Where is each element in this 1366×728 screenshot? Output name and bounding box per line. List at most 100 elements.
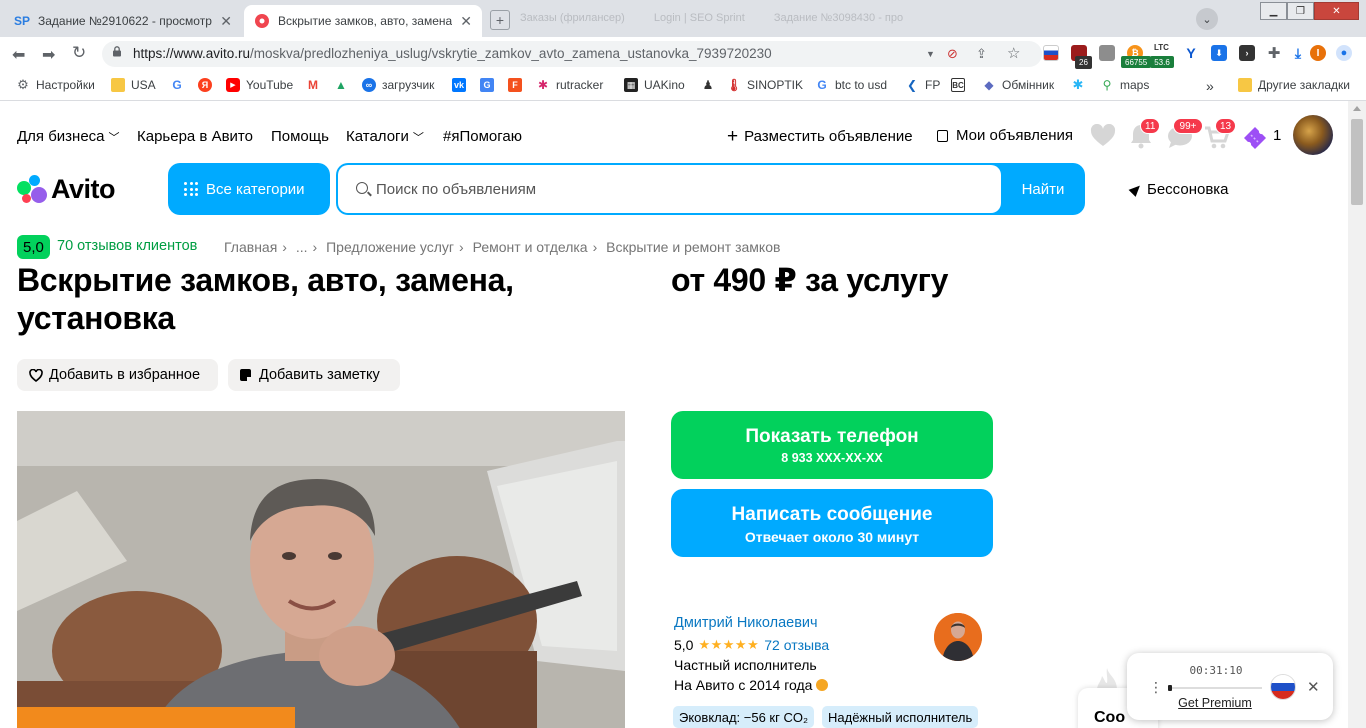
share-icon[interactable]: ⇪ — [976, 46, 987, 62]
bookmark-item[interactable]: ⚲ maps — [1100, 78, 1150, 92]
url-text[interactable]: https://www.avito.ru/moskva/predlozheniy… — [133, 46, 772, 61]
bookmark-item[interactable]: F — [508, 78, 528, 92]
google-icon: G — [172, 78, 182, 92]
page-scrollbar[interactable] — [1348, 101, 1366, 728]
caret-down-icon[interactable]: ▼ — [926, 49, 935, 59]
more-bookmarks-button[interactable]: » — [1206, 78, 1214, 94]
forward-arrow-icon[interactable]: ➡ — [42, 45, 55, 65]
write-message-button[interactable]: Написать сообщение Отвечает около 30 мин… — [671, 489, 993, 557]
add-favorite-button[interactable]: Добавить в избранное — [17, 359, 218, 391]
breadcrumb-item[interactable]: Ремонт и отделка — [473, 239, 588, 255]
address-bar[interactable]: https://www.avito.ru/moskva/predlozheniy… — [102, 41, 1042, 67]
downloads-icon[interactable]: ⤓ — [1290, 45, 1306, 61]
extensions-puzzle-icon[interactable]: ✚ — [1266, 45, 1282, 62]
bookmark-item[interactable]: ⚙ Настройки — [16, 77, 95, 92]
get-premium-link[interactable]: Get Premium — [1127, 696, 1303, 710]
breadcrumb-item[interactable]: Вскрытие и ремонт замков — [606, 239, 780, 255]
bookmark-item[interactable]: M — [306, 78, 326, 92]
lock-icon[interactable] — [112, 46, 122, 57]
user-avatar[interactable] — [1293, 115, 1333, 155]
profile-avatar[interactable]: I — [1310, 45, 1326, 61]
bookmark-item[interactable]: G — [170, 78, 190, 92]
briefcase-icon[interactable] — [1099, 45, 1115, 61]
breadcrumb-item[interactable]: ... — [296, 239, 308, 255]
bookmark-item[interactable]: ✱ rutracker — [536, 78, 603, 92]
back-arrow-icon[interactable]: ⬅ — [12, 45, 25, 65]
nav-i-help[interactable]: #яПомогаю — [443, 128, 522, 145]
bookmark-item[interactable]: ❮ FP — [905, 78, 940, 92]
bookmark-item[interactable]: ▲ — [334, 78, 354, 92]
search-input[interactable] — [376, 177, 976, 201]
russia-flag-icon[interactable] — [1043, 45, 1059, 61]
avito-logo[interactable]: Avito — [17, 174, 116, 205]
bookmark-item[interactable]: ▦ UAKino — [624, 78, 685, 92]
nav-help[interactable]: Помощь — [271, 128, 329, 145]
tab-title: Вскрытие замков, авто, замена, у — [278, 14, 453, 28]
scroll-thumb[interactable] — [1351, 119, 1363, 205]
scroll-up-arrow-icon[interactable] — [1353, 106, 1361, 111]
bookmark-folder[interactable]: USA — [111, 78, 156, 92]
seller-avatar[interactable] — [934, 613, 982, 661]
post-ad-link[interactable]: + Разместить объявление — [727, 127, 913, 146]
breadcrumb-item[interactable]: Предложение услуг — [326, 239, 454, 255]
exchange-icon: ◆ — [984, 78, 994, 92]
bookmark-item[interactable]: Gbtc to usd — [815, 78, 887, 92]
more-vertical-icon[interactable]: ⋮ — [1149, 679, 1163, 696]
bookmark-item[interactable]: ✱ — [1071, 77, 1091, 92]
y-extension-icon[interactable]: Y — [1183, 45, 1199, 61]
seller-name-link[interactable]: Дмитрий Николаевич — [674, 615, 818, 631]
save-extension-icon[interactable]: ⬇ — [1211, 45, 1227, 61]
grid-icon — [184, 182, 198, 196]
close-window-button[interactable]: ✕ — [1314, 2, 1359, 20]
all-categories-button[interactable]: Все категории — [168, 163, 330, 215]
background-tab-title[interactable]: Задание №3098430 - про — [774, 12, 903, 24]
bookmark-item[interactable]: 🌡 SINOPTIK — [726, 78, 803, 92]
favorites-heart-icon[interactable] — [1090, 124, 1116, 148]
other-bookmarks-folder[interactable]: Другие закладки — [1238, 78, 1350, 92]
bookmark-item[interactable]: G — [480, 78, 500, 92]
browser-tab-avito[interactable]: Вскрытие замков, авто, замена, у ✕ — [244, 5, 482, 37]
bookmark-item[interactable]: ∞ загрузчик — [362, 78, 434, 92]
find-button[interactable]: Найти — [1001, 163, 1085, 215]
show-phone-button[interactable]: Показать телефон 8 933 XXX-XX-XX — [671, 411, 993, 479]
bookmark-item[interactable]: ♟ — [701, 78, 721, 92]
reload-icon[interactable]: ↻ — [72, 43, 86, 63]
new-tab-button[interactable]: + — [490, 10, 510, 30]
listing-photo[interactable] — [17, 411, 625, 728]
location-selector[interactable]: Бессоновка — [1128, 181, 1229, 198]
bookmark-item[interactable]: ▶ YouTube — [226, 78, 293, 92]
minimize-button[interactable]: ▁ — [1260, 2, 1287, 20]
browser-tab-task[interactable]: SP Задание №2910622 - просмотр за ✕ — [4, 5, 242, 37]
promo-ticket-icon[interactable] — [1241, 124, 1269, 150]
bookmark-item[interactable]: Я — [198, 78, 218, 92]
background-tab-title[interactable]: Login | SEO Sprint — [654, 12, 745, 24]
add-note-button[interactable]: Добавить заметку — [228, 359, 400, 391]
reviews-link[interactable]: 70 отзывов клиентов — [57, 238, 197, 254]
nav-catalogs[interactable]: Каталоги ﹀ — [346, 128, 424, 145]
close-tab-icon[interactable]: ✕ — [220, 13, 232, 30]
seller-reviews-link[interactable]: 72 отзыва — [764, 637, 829, 653]
show-phone-label: Показать телефон — [745, 426, 919, 447]
search-field[interactable] — [338, 165, 1001, 213]
progress-knob[interactable] — [1168, 685, 1172, 691]
my-ads-link[interactable]: Мои объявления — [937, 127, 1073, 144]
bookmark-star-icon[interactable]: ☆ — [1007, 44, 1020, 62]
breadcrumb-item[interactable]: Главная — [224, 239, 277, 255]
bookmark-item[interactable]: ◆ Обмінник — [982, 78, 1054, 92]
background-tab-title[interactable]: Заказы (фрилансер) — [520, 12, 625, 24]
nav-career[interactable]: Карьера в Авито — [137, 128, 253, 145]
close-icon[interactable]: ✕ — [1307, 678, 1320, 696]
nav-business[interactable]: Для бизнеса ﹀ — [17, 128, 120, 145]
terminal-extension-icon[interactable]: › — [1239, 45, 1255, 61]
avito-favicon-icon — [254, 13, 270, 29]
chrome-menu-icon[interactable]: ● — [1336, 45, 1352, 61]
maximize-button[interactable]: ❐ — [1287, 2, 1314, 20]
bookmark-item[interactable]: BC — [951, 78, 971, 92]
blocked-icon[interactable]: ⊘ — [947, 46, 958, 62]
tab-title: Задание №2910622 - просмотр за — [38, 14, 213, 28]
close-tab-icon[interactable]: ✕ — [460, 13, 472, 30]
youtube-icon: ▶ — [226, 78, 240, 92]
tab-search-icon[interactable]: ⌄ — [1196, 8, 1218, 30]
bookmark-item[interactable]: vk — [452, 78, 472, 92]
progress-bar[interactable] — [1168, 687, 1262, 689]
